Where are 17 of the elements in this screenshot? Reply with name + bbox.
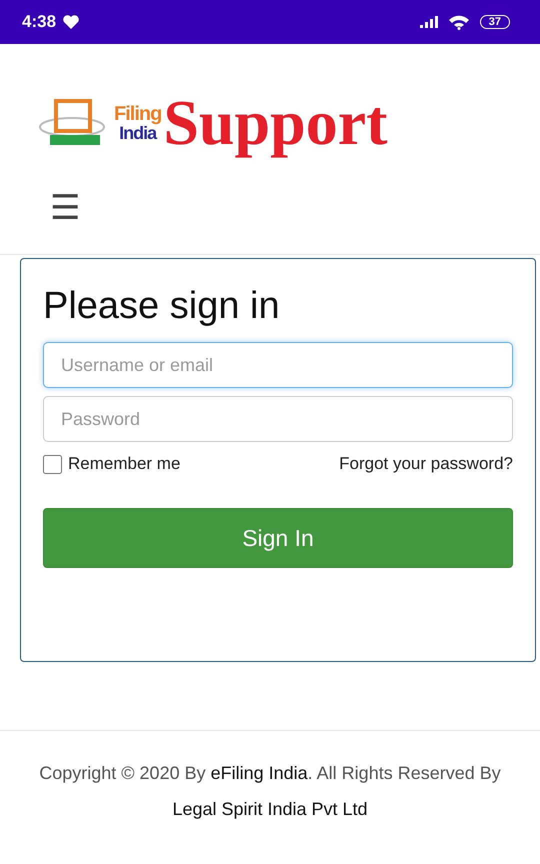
clock-time: 4:38 [22, 12, 56, 32]
menu-button[interactable]: ☰ [46, 186, 84, 228]
checkbox-label: Remember me [68, 454, 180, 474]
footer-link[interactable]: Legal Spirit India Pvt Ltd [172, 799, 368, 819]
battery-indicator: 37 [480, 15, 510, 29]
forgot-password-link[interactable]: Forgot your password? [339, 454, 513, 474]
input-field[interactable]: Password [43, 396, 513, 442]
wifi-icon [448, 14, 470, 30]
form-title: Please sign in [43, 285, 281, 328]
copyright-text: Copyright © 2020 By eFiling India. All Rights Reserved By Legal Spirit India Pvt Ltd [38, 762, 502, 821]
input-field[interactable]: Username or email [43, 342, 513, 388]
heart-icon [62, 14, 80, 30]
footer-link[interactable]: eFiling India [210, 763, 308, 783]
remember-checkbox[interactable] [43, 454, 62, 474]
logo-text: India [119, 124, 156, 142]
sign-in-button[interactable]: Sign In [43, 508, 513, 568]
logo-text: Filing [114, 104, 162, 124]
